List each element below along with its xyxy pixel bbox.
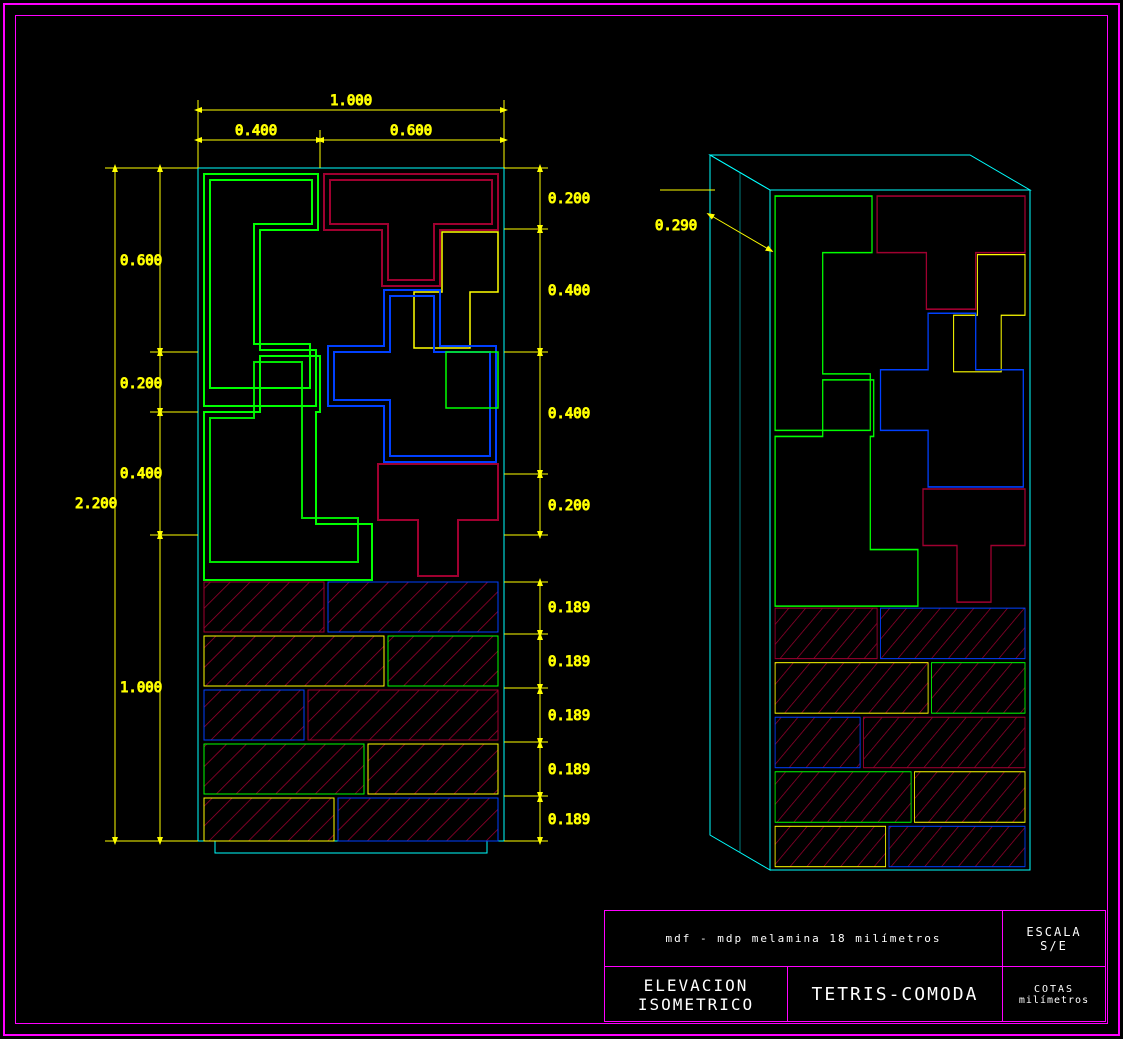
dim-iso-depth: 0.290 — [655, 218, 697, 234]
dim-right-e: 0.189 — [548, 600, 590, 616]
dim-right-b: 0.400 — [548, 283, 590, 299]
dim-left-total: 2.200 — [75, 496, 117, 512]
cotas-label: COTAS — [1034, 984, 1074, 995]
drawing-title: TETRIS-COMODA — [787, 967, 1002, 1022]
escala-cell: ESCALA S/E — [1002, 911, 1105, 966]
material-note: mdf - mdp melamina 18 milímetros — [605, 911, 1002, 966]
escala-label: ESCALA — [1026, 925, 1081, 939]
dim-top-right: 0.600 — [390, 123, 432, 139]
dim-right-f: 0.189 — [548, 654, 590, 670]
dim-left-d: 1.000 — [120, 680, 162, 696]
escala-value: S/E — [1040, 939, 1068, 953]
view-isometrico: ISOMETRICO — [638, 995, 754, 1014]
dim-left-b: 0.200 — [120, 376, 162, 392]
isometric-view: 0.290 — [655, 155, 1030, 870]
dim-right-c: 0.400 — [548, 406, 590, 422]
view-elevacion: ELEVACION — [644, 976, 749, 995]
dim-right-h: 0.189 — [548, 762, 590, 778]
cotas-cell: COTAS milímetros — [1002, 967, 1105, 1022]
dim-left-a: 0.600 — [120, 253, 162, 269]
dim-right-g: 0.189 — [548, 708, 590, 724]
cotas-value: milímetros — [1019, 995, 1089, 1006]
dim-left-c: 0.400 — [120, 466, 162, 482]
dim-top-left: 0.400 — [235, 123, 277, 139]
dim-right-a: 0.200 — [548, 191, 590, 207]
elevation-view — [198, 168, 504, 853]
views-cell: ELEVACION ISOMETRICO — [605, 967, 787, 1022]
dim-right-i: 0.189 — [548, 812, 590, 828]
dim-top-total: 1.000 — [330, 93, 372, 109]
drawing-canvas: 1.000 0.400 0.600 2.200 0.600 0.200 0.40… — [0, 0, 1123, 1039]
title-block: mdf - mdp melamina 18 milímetros ESCALA … — [604, 910, 1106, 1022]
drawers — [204, 582, 498, 841]
dim-right-d: 0.200 — [548, 498, 590, 514]
